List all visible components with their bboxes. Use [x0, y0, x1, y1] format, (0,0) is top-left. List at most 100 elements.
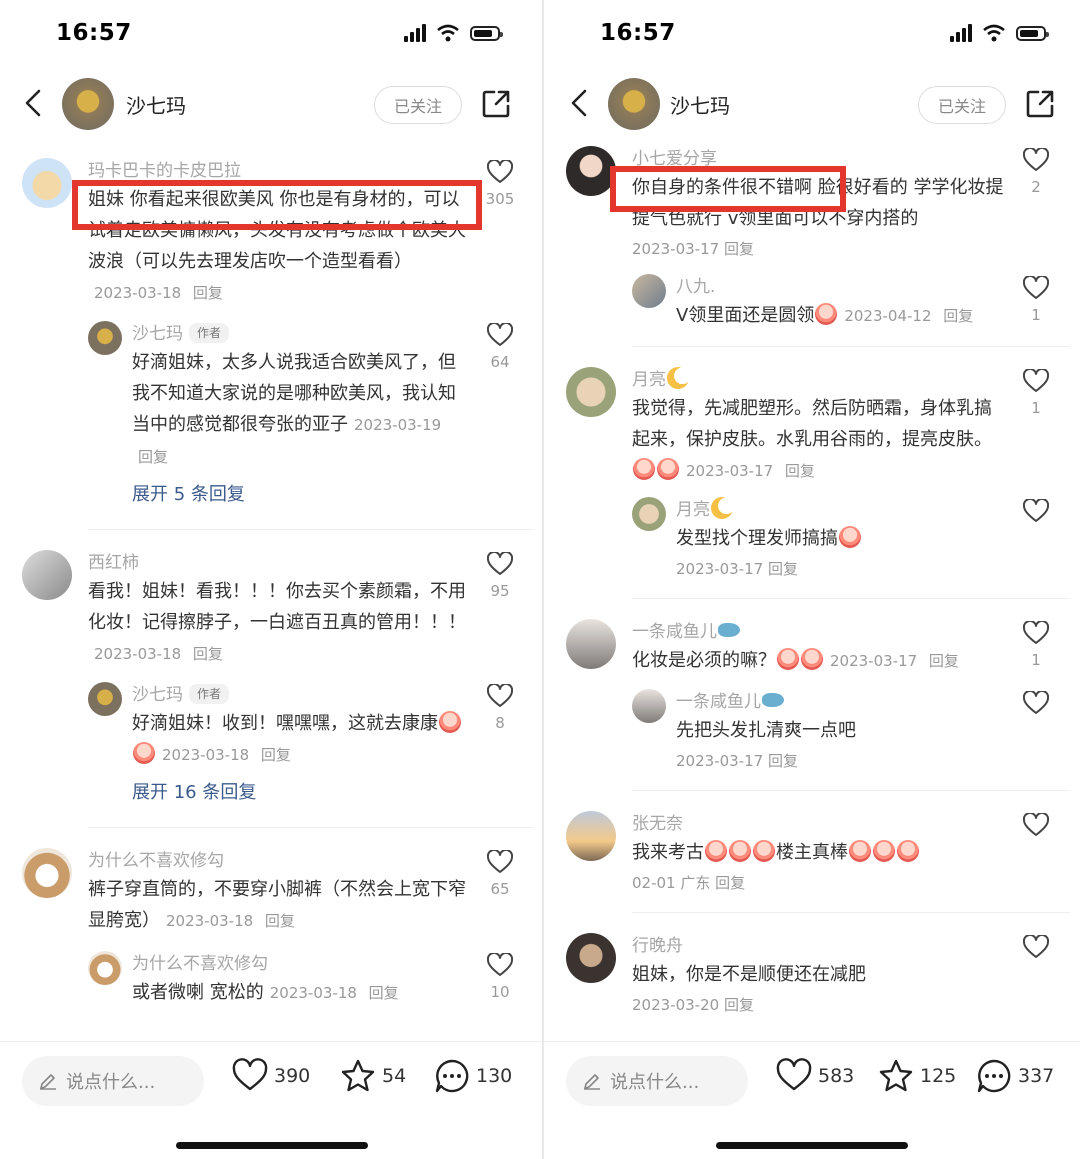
comment-button[interactable]: 337 — [976, 1058, 1054, 1094]
comment-input[interactable]: 说点什么... — [566, 1056, 748, 1106]
commenter-avatar[interactable] — [566, 367, 616, 417]
battery-icon — [470, 25, 503, 41]
crying-emoji-icon — [657, 458, 679, 480]
commenter-name-text[interactable]: 月亮 — [632, 370, 666, 390]
heart-icon — [232, 1058, 268, 1091]
reply-link[interactable]: 回复 — [724, 996, 754, 1014]
like-button[interactable]: 305 — [482, 160, 518, 208]
like-button[interactable]: 2 — [1018, 148, 1054, 196]
back-arrow-icon[interactable] — [20, 88, 50, 118]
like-post-button[interactable]: 390 — [232, 1058, 310, 1094]
like-button[interactable]: 8 — [482, 684, 518, 732]
commenter-avatar[interactable] — [22, 158, 72, 208]
commenter-name[interactable]: 行晚舟 — [632, 933, 1006, 959]
replier-avatar[interactable] — [88, 682, 122, 716]
post-star-count: 54 — [382, 1065, 407, 1087]
like-button[interactable] — [1018, 935, 1054, 959]
like-button[interactable]: 65 — [482, 850, 518, 898]
replier-name-text[interactable]: 月亮 — [676, 500, 710, 520]
crying-emoji-icon — [801, 648, 823, 670]
back-arrow-icon[interactable] — [566, 88, 596, 118]
like-button[interactable]: 1 — [1018, 276, 1054, 324]
comment-input[interactable]: 说点什么... — [22, 1056, 204, 1106]
author-name[interactable]: 沙七玛 — [126, 90, 186, 119]
reply-link[interactable]: 回复 — [261, 746, 291, 764]
replier-name[interactable]: 八九. — [676, 274, 1006, 300]
comment-item: 小七爱分享 你自身的条件很不错啊 脸很好看的 学学化妆提提气色就行 v领里面可以… — [544, 146, 1080, 264]
comment-text-content: 你自身的条件很不错啊 脸很好看的 学学化妆提提气色就行 v领里面可以不穿内搭的 — [632, 177, 1004, 229]
replier-avatar[interactable] — [632, 689, 666, 723]
commenter-name[interactable]: 玛卡巴卡的卡皮巴拉 — [88, 158, 470, 184]
commenter-avatar[interactable] — [566, 933, 616, 983]
collect-button[interactable]: 54 — [340, 1058, 406, 1094]
like-button[interactable] — [1018, 813, 1054, 837]
reply-link[interactable]: 回复 — [193, 645, 223, 663]
reply-link[interactable]: 回复 — [785, 462, 815, 480]
reply-link[interactable]: 回复 — [929, 652, 959, 670]
commenter-name[interactable]: 西红柿 — [88, 550, 470, 576]
commenter-name[interactable]: 小七爱分享 — [632, 146, 1006, 172]
replier-avatar[interactable] — [88, 951, 122, 985]
status-time: 16:57 — [56, 20, 132, 46]
commenter-name-text[interactable]: 一条咸鱼儿 — [632, 622, 717, 642]
commenter-avatar[interactable] — [566, 619, 616, 669]
reply-link[interactable]: 回复 — [768, 752, 798, 770]
commenter-avatar[interactable] — [22, 550, 72, 600]
commenter-avatar[interactable] — [22, 848, 72, 898]
like-button[interactable] — [1018, 499, 1054, 523]
reply-link[interactable]: 回复 — [768, 560, 798, 578]
comment-button[interactable]: 130 — [434, 1058, 512, 1094]
commenter-avatar[interactable] — [566, 146, 616, 196]
reply-link[interactable]: 回复 — [138, 448, 168, 466]
replier-name-text[interactable]: 一条咸鱼儿 — [676, 692, 761, 712]
reply-text: 好滴姐妹！收到！嘿嘿嘿，这就去康康 2023-03-18 回复 — [132, 708, 470, 771]
comment-date: 2023-03-18 — [94, 284, 182, 302]
replier-avatar[interactable] — [632, 497, 666, 531]
share-icon[interactable] — [1024, 88, 1056, 120]
crying-emoji-icon — [777, 648, 799, 670]
comment-date: 2023-03-18 — [94, 645, 182, 663]
like-button[interactable]: 64 — [482, 323, 518, 371]
author-avatar[interactable] — [62, 78, 114, 130]
heart-icon — [487, 850, 513, 873]
comment-text: 看我！姐妹！看我！！！你去买个素颜霜，不用化妆！记得擦脖子，一白遮百丑真的管用！… — [88, 576, 470, 670]
commenter-name[interactable]: 为什么不喜欢修勾 — [88, 848, 470, 874]
commenter-avatar[interactable] — [566, 811, 616, 861]
post-like-count: 390 — [274, 1065, 311, 1087]
like-post-button[interactable]: 583 — [776, 1058, 854, 1094]
replier-name[interactable]: 沙七玛 — [132, 685, 183, 705]
reply-link[interactable]: 回复 — [265, 912, 295, 930]
author-name[interactable]: 沙七玛 — [670, 90, 730, 119]
heart-icon — [487, 160, 513, 183]
reply-date: 2023-03-17 — [676, 560, 764, 578]
replier-name[interactable]: 为什么不喜欢修勾 — [132, 954, 268, 974]
reply-link[interactable]: 回复 — [724, 240, 754, 258]
follow-button[interactable]: 已关注 — [374, 86, 462, 124]
like-button[interactable]: 95 — [482, 552, 518, 600]
replier-avatar[interactable] — [632, 274, 666, 308]
follow-button[interactable]: 已关注 — [918, 86, 1006, 124]
expand-replies[interactable]: 展开 16 条回复 — [132, 771, 470, 815]
reply-link[interactable]: 回复 — [715, 874, 745, 892]
reply-text: 发型找个理发师搞搞 — [676, 523, 1006, 554]
replier-avatar[interactable] — [88, 321, 122, 355]
like-button[interactable]: 1 — [1018, 369, 1054, 417]
heart-icon — [1023, 369, 1049, 392]
collect-button[interactable]: 125 — [878, 1058, 956, 1094]
author-avatar[interactable] — [608, 78, 660, 130]
like-count: 64 — [490, 353, 510, 371]
reply-link[interactable]: 回复 — [193, 284, 223, 302]
like-button[interactable] — [1018, 691, 1054, 715]
like-count: 1 — [1031, 651, 1041, 669]
like-count: 2 — [1031, 178, 1041, 196]
commenter-name[interactable]: 张无奈 — [632, 811, 1006, 837]
reply-link[interactable]: 回复 — [369, 984, 399, 1002]
expand-replies[interactable]: 展开 5 条回复 — [132, 473, 470, 517]
share-icon[interactable] — [480, 88, 512, 120]
reply-link[interactable]: 回复 — [943, 307, 973, 325]
replier-name[interactable]: 沙七玛 — [132, 324, 183, 344]
comment-text-content: 我觉得，先减肥塑形。然后防晒霜，身体乳搞起来，保护皮肤。水乳用谷雨的，提亮皮肤。 — [632, 398, 992, 450]
post-like-count: 583 — [818, 1065, 855, 1087]
like-button[interactable]: 10 — [482, 953, 518, 1001]
like-button[interactable]: 1 — [1018, 621, 1054, 669]
